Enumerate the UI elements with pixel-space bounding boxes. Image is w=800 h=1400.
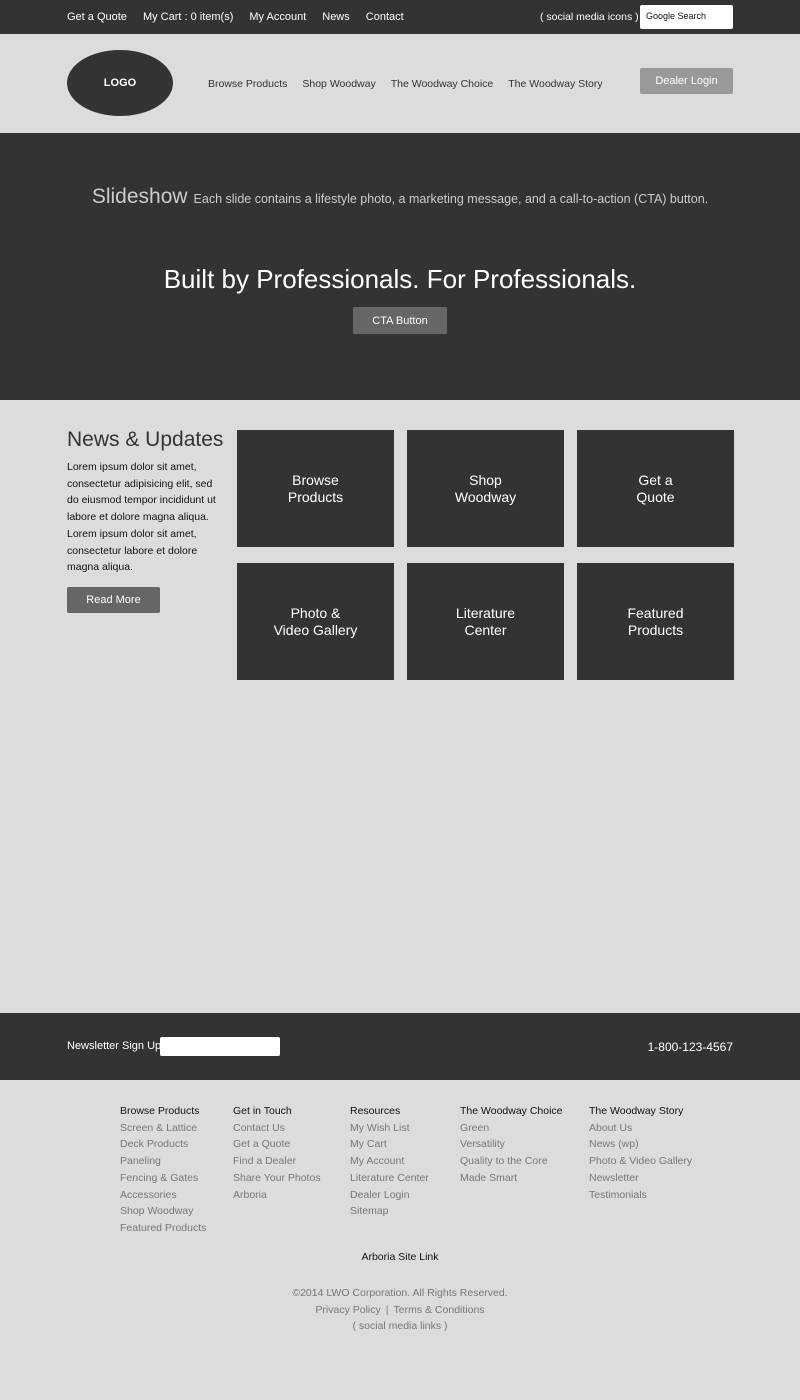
slideshow-caption: Slideshow Each slide contains a lifestyle… — [0, 185, 800, 209]
footer-column-heading: Browse Products — [120, 1105, 200, 1117]
footer-column-browse-products: Browse Products Screen & Lattice Deck Pr… — [120, 1103, 206, 1237]
main-nav: Browse Products Shop Woodway The Woodway… — [208, 78, 618, 90]
footer-link[interactable]: Sitemap — [350, 1203, 429, 1220]
footer-link[interactable]: Versatility — [460, 1136, 563, 1153]
top-utility-bar: Get a Quote My Cart : 0 item(s) My Accou… — [0, 0, 800, 34]
news-title: News & Updates — [67, 428, 224, 451]
footer-link[interactable]: News (wp) — [589, 1136, 692, 1153]
nav-woodway-choice[interactable]: The Woodway Choice — [391, 78, 494, 90]
footer-link[interactable]: Arboria — [233, 1187, 321, 1204]
terms-conditions-link[interactable]: Terms & Conditions — [394, 1304, 485, 1316]
link-separator: | — [385, 1303, 389, 1316]
footer-link[interactable]: My Cart — [350, 1136, 429, 1153]
footer-link[interactable]: Featured Products — [120, 1220, 206, 1237]
nav-woodway-story[interactable]: The Woodway Story — [508, 78, 602, 90]
tile-featured-products[interactable]: Featured Products — [577, 563, 734, 680]
site-logo[interactable]: LOGO — [67, 50, 173, 116]
phone-number: 1-800-123-4567 — [647, 1040, 733, 1054]
cta-button[interactable]: CTA Button — [353, 307, 447, 334]
footer-column-heading: The Woodway Story — [589, 1105, 684, 1117]
newsletter-bar: Newsletter Sign Up 1-800-123-4567 — [0, 1013, 800, 1080]
social-media-links-placeholder[interactable]: ( social media links ) — [0, 1318, 800, 1335]
footer-link[interactable]: Fencing & Gates — [120, 1170, 206, 1187]
slideshow-description: Each slide contains a lifestyle photo, a… — [193, 192, 709, 206]
footer-link[interactable]: Get a Quote — [233, 1136, 321, 1153]
footer-column-heading: Resources — [350, 1105, 401, 1117]
hero-slideshow: Slideshow Each slide contains a lifestyle… — [0, 133, 800, 400]
utility-nav: Get a Quote My Cart : 0 item(s) My Accou… — [67, 0, 420, 34]
footer-link[interactable]: Contact Us — [233, 1120, 321, 1137]
footer-column-heading: The Woodway Choice — [460, 1105, 563, 1117]
footer-column-heading: Get in Touch — [233, 1105, 292, 1117]
arboria-site-link[interactable]: Arboria Site Link — [0, 1251, 800, 1263]
policy-links: Privacy Policy | Terms & Conditions — [0, 1302, 800, 1319]
news-body: Lorem ipsum dolor sit amet, consectetur … — [67, 461, 216, 574]
google-search-input[interactable]: Google Search — [640, 5, 733, 29]
newsletter-label: Newsletter Sign Up — [67, 1040, 162, 1052]
my-account-link[interactable]: My Account — [249, 11, 306, 23]
footer-link[interactable]: Newsletter — [589, 1170, 692, 1187]
slideshow-title: Slideshow — [91, 185, 188, 208]
tile-shop-woodway[interactable]: Shop Woodway — [407, 430, 564, 547]
news-link[interactable]: News — [322, 11, 350, 23]
footer-link[interactable]: Shop Woodway — [120, 1203, 206, 1220]
hero-headline: Built by Professionals. For Professional… — [163, 264, 637, 294]
footer-link[interactable]: Green — [460, 1120, 563, 1137]
footer-link[interactable]: Paneling — [120, 1153, 206, 1170]
social-media-icons-placeholder[interactable]: ( social media icons ) — [540, 11, 639, 23]
my-cart-link[interactable]: My Cart : 0 item(s) — [143, 11, 233, 23]
footer-link[interactable]: Literature Center — [350, 1170, 429, 1187]
footer-link[interactable]: Accessories — [120, 1187, 206, 1204]
contact-link[interactable]: Contact — [366, 11, 404, 23]
footer-link[interactable]: My Wish List — [350, 1120, 429, 1137]
footer-column-woodway-story: The Woodway Story About Us News (wp) Pho… — [589, 1103, 692, 1203]
footer-link[interactable]: Quality to the Core — [460, 1153, 563, 1170]
get-a-quote-link[interactable]: Get a Quote — [67, 11, 127, 23]
footer-link[interactable]: Testimonials — [589, 1187, 692, 1204]
newsletter-email-input[interactable] — [160, 1037, 280, 1056]
footer-link[interactable]: Screen & Lattice — [120, 1120, 206, 1137]
footer-link[interactable]: About Us — [589, 1120, 692, 1137]
footer-link[interactable]: Made Smart — [460, 1170, 563, 1187]
footer-column-get-in-touch: Get in Touch Contact Us Get a Quote Find… — [233, 1103, 321, 1203]
legal-footer: ©2014 LWO Corporation. All Rights Reserv… — [0, 1285, 800, 1335]
footer-link[interactable]: Find a Dealer — [233, 1153, 321, 1170]
tile-browse-products[interactable]: Browse Products — [237, 430, 394, 547]
read-more-button[interactable]: Read More — [67, 587, 160, 613]
footer-column-resources: Resources My Wish List My Cart My Accoun… — [350, 1103, 429, 1220]
nav-browse-products[interactable]: Browse Products — [208, 78, 287, 90]
footer-link[interactable]: Deck Products — [120, 1136, 206, 1153]
footer-link[interactable]: Share Your Photos — [233, 1170, 321, 1187]
site-header: LOGO Browse Products Shop Woodway The Wo… — [0, 34, 800, 133]
nav-shop-woodway[interactable]: Shop Woodway — [302, 78, 375, 90]
tile-photo-video-gallery[interactable]: Photo & Video Gallery — [237, 563, 394, 680]
tile-get-a-quote[interactable]: Get a Quote — [577, 430, 734, 547]
privacy-policy-link[interactable]: Privacy Policy — [315, 1304, 380, 1316]
footer-column-woodway-choice: The Woodway Choice Green Versatility Qua… — [460, 1103, 563, 1187]
copyright-text: ©2014 LWO Corporation. All Rights Reserv… — [292, 1287, 508, 1299]
tile-literature-center[interactable]: Literature Center — [407, 563, 564, 680]
footer-link[interactable]: Photo & Video Gallery — [589, 1153, 692, 1170]
footer-link[interactable]: Dealer Login — [350, 1187, 429, 1204]
footer-link[interactable]: My Account — [350, 1153, 429, 1170]
dealer-login-button[interactable]: Dealer Login — [640, 68, 733, 94]
